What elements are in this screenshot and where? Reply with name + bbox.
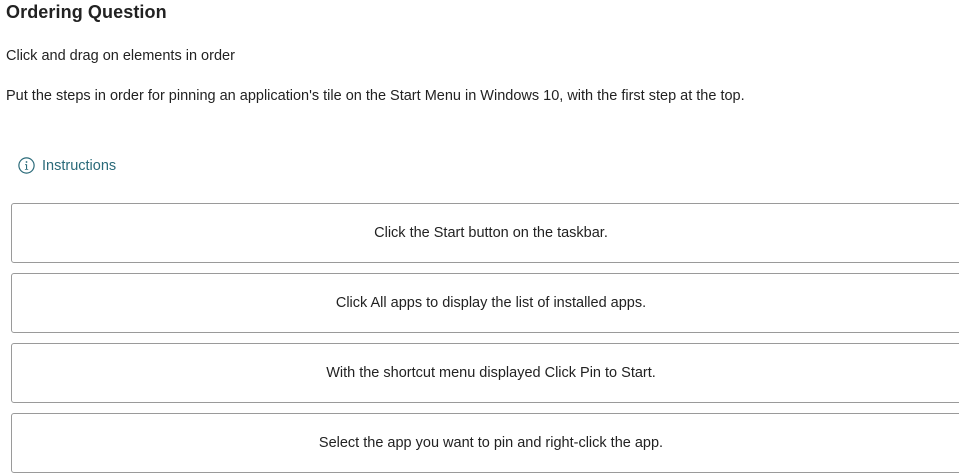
ordering-item[interactable]: Click All apps to display the list of in… [11,273,959,333]
ordering-list: Click the Start button on the taskbar. C… [11,203,959,473]
ordering-item-label: With the shortcut menu displayed Click P… [326,365,656,381]
ordering-question-page: Ordering Question Click and drag on elem… [0,0,959,473]
ordering-item-label: Select the app you want to pin and right… [318,435,664,451]
ordering-item-label: Click All apps to display the list of in… [335,295,647,311]
info-icon [18,157,35,174]
page-title: Ordering Question [6,2,167,22]
question-subtitle: Click and drag on elements in order [6,48,235,64]
instructions-label: Instructions [42,157,117,174]
ordering-item[interactable]: Click the Start button on the taskbar. [11,203,959,263]
question-prompt: Put the steps in order for pinning an ap… [6,88,745,104]
instructions-link[interactable]: Instructions [18,157,116,174]
ordering-item[interactable]: Select the app you want to pin and right… [11,413,959,473]
ordering-item-label: Click the Start button on the taskbar. [374,225,608,241]
ordering-item[interactable]: With the shortcut menu displayed Click P… [11,343,959,403]
